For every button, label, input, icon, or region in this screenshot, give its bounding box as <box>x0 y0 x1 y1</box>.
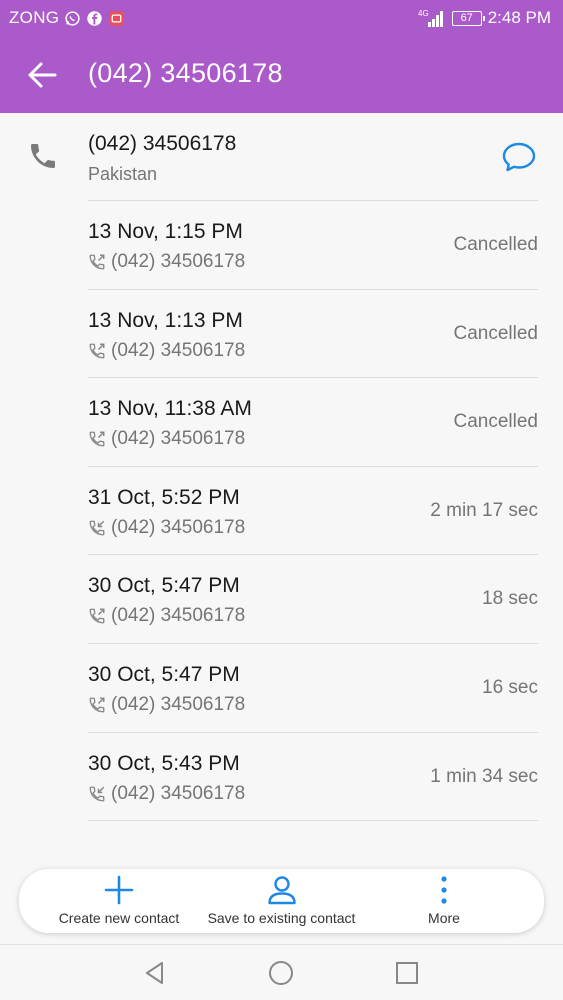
call-status: 1 min 34 sec <box>430 765 538 787</box>
call-time: 13 Nov, 1:15 PM <box>88 220 243 243</box>
call-number: (042) 34506178 <box>111 605 246 627</box>
back-button[interactable] <box>22 57 62 93</box>
call-number: (042) 34506178 <box>111 782 246 804</box>
call-number: (042) 34506178 <box>111 339 246 361</box>
divider <box>88 820 538 822</box>
create-new-contact-label: Create new contact <box>58 910 180 926</box>
call-log-item[interactable]: 13 Nov, 1:15 PM (042) 34506178 Cancelled <box>0 201 563 290</box>
call-number: (042) 34506178 <box>111 251 246 272</box>
more-button[interactable]: More <box>404 869 484 933</box>
status-bar: ZONG 4G 67 2:48 PM <box>0 0 563 37</box>
call-log-item[interactable]: 30 Oct, 5:47 PM (042) 34506178 18 sec <box>0 555 563 644</box>
send-message-button[interactable] <box>500 139 538 175</box>
call-log-item[interactable]: 30 Oct, 5:43 PM (042) 34506178 1 min 34 … <box>0 733 563 822</box>
system-nav-bar <box>0 944 563 1000</box>
call-status: 18 sec <box>482 588 538 610</box>
person-icon <box>267 876 296 905</box>
bottom-action-bar: Create new contact Save to existing cont… <box>19 869 544 933</box>
outgoing-call-icon <box>89 697 105 713</box>
whatsapp-icon <box>65 10 80 26</box>
phone-icon <box>31 144 55 168</box>
page-title: (042) 34506178 <box>88 58 283 88</box>
create-new-contact-button[interactable]: Create new contact <box>49 869 189 933</box>
outgoing-call-icon <box>89 254 105 270</box>
call-time: 30 Oct, 5:47 PM <box>88 662 240 686</box>
call-status: Cancelled <box>453 411 539 433</box>
call-log-item[interactable]: 30 Oct, 5:47 PM (042) 34506178 16 sec <box>0 644 563 733</box>
call-log-item[interactable]: 13 Nov, 1:13 PM (042) 34506178 Cancelled <box>0 290 563 379</box>
facebook-icon <box>87 10 103 26</box>
notification-icon <box>109 10 125 26</box>
call-time: 30 Oct, 5:47 PM <box>88 574 240 598</box>
save-to-existing-contact-label: Save to existing contact <box>207 910 356 926</box>
call-log-item[interactable]: 31 Oct, 5:52 PM (042) 34506178 2 min 17 … <box>0 467 563 556</box>
call-number: (042) 34506178 <box>111 428 246 450</box>
call-status: 2 min 17 sec <box>430 499 538 521</box>
message-bubble-icon <box>502 142 536 172</box>
call-number: (042) 34506178 <box>111 693 246 715</box>
app-bar: (042) 34506178 <box>0 37 563 113</box>
recents-square-icon[interactable] <box>393 959 421 987</box>
contact-location: Pakistan <box>88 164 158 184</box>
save-to-existing-contact-button[interactable]: Save to existing contact <box>199 869 364 933</box>
call-status: Cancelled <box>453 234 539 255</box>
home-circle-icon[interactable] <box>267 959 295 987</box>
more-vertical-icon <box>441 876 447 904</box>
contact-number: (042) 34506178 <box>88 132 237 155</box>
call-number: (042) 34506178 <box>111 516 246 538</box>
more-label: More <box>428 910 460 926</box>
outgoing-call-icon <box>89 343 105 359</box>
call-time: 31 Oct, 5:52 PM <box>88 485 240 509</box>
battery-indicator: 67 <box>451 10 485 26</box>
plus-icon <box>104 875 134 905</box>
clock: 2:48 PM <box>487 8 551 27</box>
call-log-item[interactable]: 13 Nov, 11:38 AM (042) 34506178 Cancelle… <box>0 378 563 467</box>
contact-header[interactable]: (042) 34506178 Pakistan <box>0 113 563 201</box>
arrow-left-icon <box>28 62 57 88</box>
call-log-list: 13 Nov, 1:15 PM (042) 34506178 Cancelled… <box>0 201 563 822</box>
back-triangle-icon[interactable] <box>141 959 169 987</box>
call-time: 13 Nov, 11:38 AM <box>88 397 252 421</box>
call-status: Cancelled <box>453 322 539 344</box>
call-time: 30 Oct, 5:43 PM <box>88 751 240 775</box>
outgoing-call-icon <box>89 431 105 447</box>
incoming-call-icon <box>89 520 105 536</box>
signal-icon: 4G <box>418 9 443 27</box>
outgoing-call-icon <box>89 608 105 624</box>
incoming-call-icon <box>89 786 105 801</box>
call-status: 16 sec <box>482 676 538 698</box>
network-type: 4G <box>418 9 429 18</box>
carrier-name: ZONG <box>9 8 60 27</box>
call-time: 13 Nov, 1:13 PM <box>88 308 243 332</box>
